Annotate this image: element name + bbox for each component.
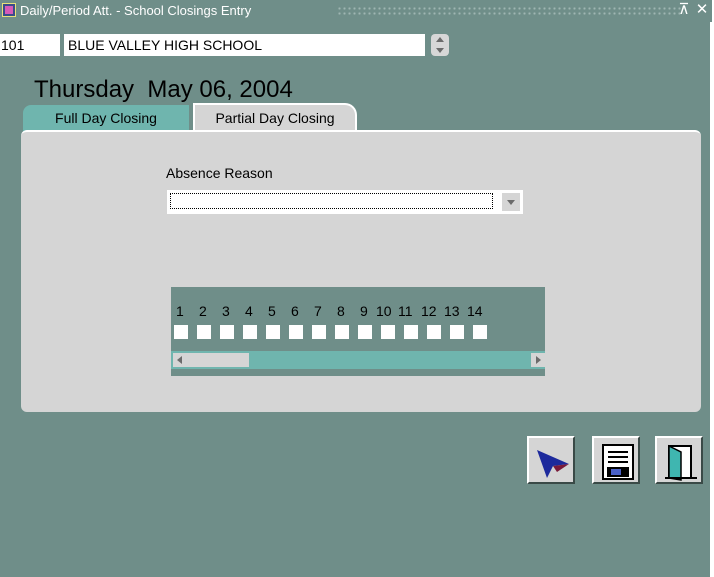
period-label: 2 — [199, 303, 207, 319]
scroll-left-icon[interactable] — [173, 353, 187, 367]
scroll-right-icon[interactable] — [531, 353, 545, 367]
save-disk-icon — [602, 444, 634, 480]
title-grip — [337, 6, 684, 15]
period-label: 11 — [398, 303, 413, 319]
period-label: 12 — [421, 303, 437, 319]
period-label: 9 — [360, 303, 368, 319]
title-bar[interactable]: Daily/Period Att. - School Closings Entr… — [0, 0, 712, 22]
partial-day-panel: Absence Reason 1 2 3 4 5 6 7 8 9 10 11 1… — [21, 130, 701, 412]
school-name-field[interactable]: BLUE VALLEY HIGH SCHOOL — [64, 34, 425, 56]
period-checkbox[interactable] — [427, 325, 441, 339]
period-checkbox[interactable] — [197, 325, 211, 339]
maximize-icon[interactable]: ⊼ — [676, 2, 692, 18]
period-label: 13 — [444, 303, 460, 319]
period-checkbox[interactable] — [220, 325, 234, 339]
period-checkbox[interactable] — [174, 325, 188, 339]
app-icon — [2, 3, 16, 17]
absence-reason-label: Absence Reason — [166, 165, 273, 181]
close-icon[interactable]: ✕ — [694, 2, 710, 18]
pointer-button[interactable] — [527, 436, 575, 484]
period-checkbox[interactable] — [381, 325, 395, 339]
date-heading: Thursday May 06, 2004 — [34, 76, 293, 103]
exit-door-icon — [665, 444, 697, 481]
period-checkbox[interactable] — [404, 325, 418, 339]
period-checkbox[interactable] — [243, 325, 257, 339]
period-checkbox[interactable] — [473, 325, 487, 339]
pointer-arrow-icon — [537, 450, 569, 478]
app-window: Daily/Period Att. - School Closings Entr… — [0, 0, 712, 577]
period-label: 3 — [222, 303, 230, 319]
period-checkbox[interactable] — [312, 325, 326, 339]
absence-reason-select[interactable] — [167, 190, 523, 214]
record-scroller[interactable] — [431, 34, 449, 56]
school-code-field[interactable]: 101 — [0, 34, 60, 56]
period-label: 4 — [245, 303, 253, 319]
save-button[interactable] — [592, 436, 640, 484]
tab-partial-day-closing[interactable]: Partial Day Closing — [193, 103, 357, 132]
period-label: 7 — [314, 303, 322, 319]
period-checkbox[interactable] — [358, 325, 372, 339]
periods-scrollbar[interactable] — [171, 351, 545, 369]
period-label: 5 — [268, 303, 276, 319]
scroll-thumb[interactable] — [187, 353, 249, 367]
period-label: 6 — [291, 303, 299, 319]
period-label: 10 — [376, 303, 392, 319]
absence-reason-value — [170, 193, 493, 209]
exit-button[interactable] — [655, 436, 703, 484]
periods-block: 1 2 3 4 5 6 7 8 9 10 11 12 13 14 — [171, 287, 545, 376]
period-checkbox[interactable] — [289, 325, 303, 339]
period-checkbox[interactable] — [335, 325, 349, 339]
period-checkbox[interactable] — [450, 325, 464, 339]
tab-full-day-closing[interactable]: Full Day Closing — [23, 105, 189, 132]
period-label: 8 — [337, 303, 345, 319]
chevron-down-icon[interactable] — [502, 193, 520, 211]
period-label: 1 — [176, 303, 184, 319]
window-title: Daily/Period Att. - School Closings Entr… — [20, 3, 252, 18]
period-label: 14 — [467, 303, 483, 319]
period-checkbox[interactable] — [266, 325, 280, 339]
